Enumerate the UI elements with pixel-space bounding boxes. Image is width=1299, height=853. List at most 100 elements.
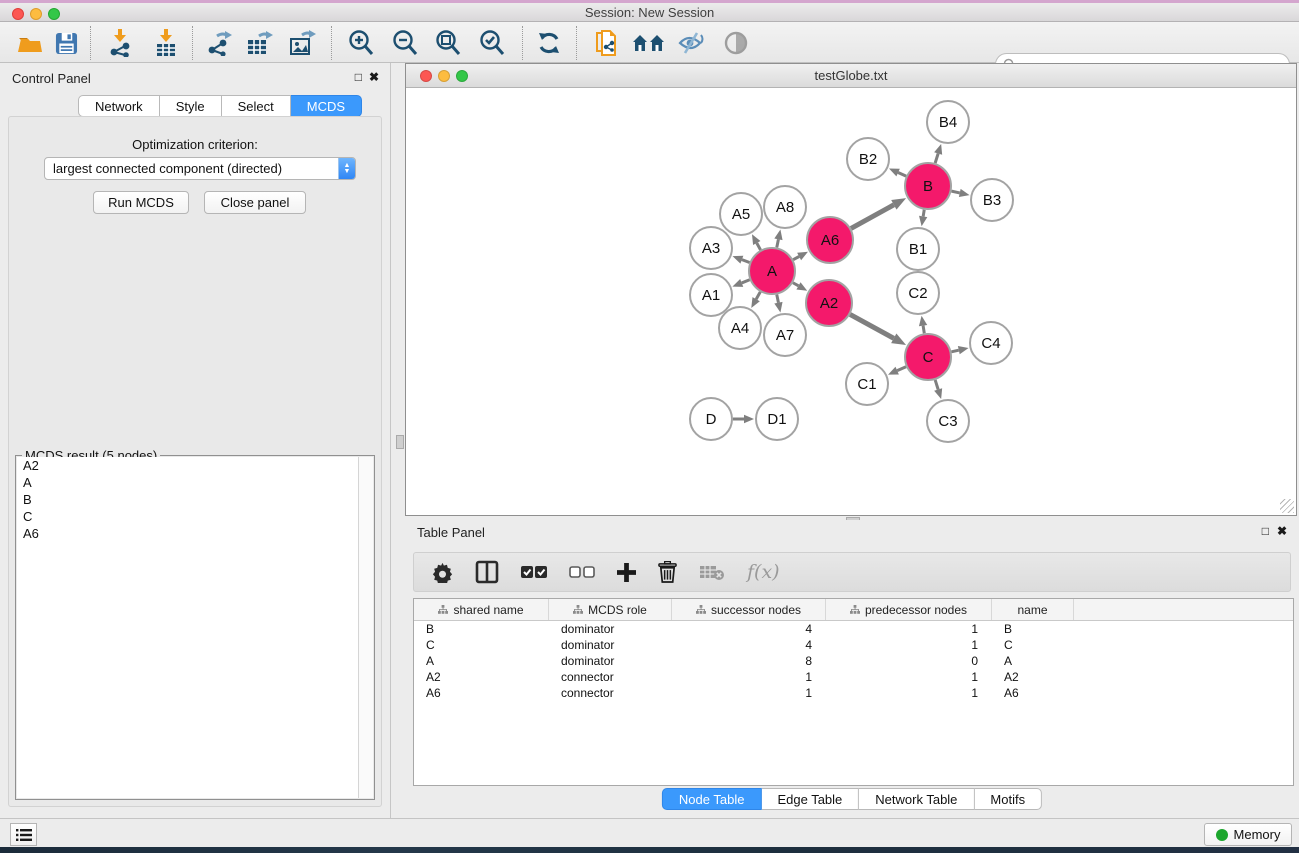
edge-A-A1[interactable]	[742, 280, 750, 283]
mcds-result-item[interactable]: C	[17, 508, 359, 525]
zoom-traffic-light[interactable]	[48, 8, 60, 20]
table-header-row[interactable]: shared nameMCDS rolesuccessor nodesprede…	[414, 599, 1293, 621]
delete-column-trash-icon[interactable]	[658, 560, 677, 584]
delete-table-icon[interactable]	[699, 560, 725, 584]
first-neighbors-icon[interactable]	[632, 29, 666, 57]
function-builder-icon[interactable]: f(x)	[747, 560, 780, 584]
zoom-in-icon[interactable]	[347, 29, 375, 57]
mcds-list-scrollbar[interactable]	[358, 457, 373, 798]
table-settings-gear-icon[interactable]	[432, 560, 453, 584]
cell-shared-name[interactable]: B	[414, 621, 549, 637]
mcds-result-item[interactable]: B	[17, 491, 359, 508]
table-row[interactable]: Cdominator41C	[414, 637, 1293, 653]
deselect-all-icon[interactable]	[569, 560, 595, 584]
net-minimize-traffic-light[interactable]	[438, 70, 450, 82]
tab-mcds[interactable]: MCDS	[291, 95, 362, 117]
export-table-icon[interactable]	[246, 29, 274, 57]
net-close-traffic-light[interactable]	[420, 70, 432, 82]
cell-shared-name[interactable]: A6	[414, 685, 549, 701]
edge-A-A5[interactable]	[757, 243, 761, 250]
float-panel-icon[interactable]: □	[355, 71, 362, 83]
table-row[interactable]: A2connector11A2	[414, 669, 1293, 685]
column-header-MCDS-role[interactable]: MCDS role	[549, 599, 672, 620]
panel-menu-button[interactable]	[10, 823, 37, 846]
mcds-result-item[interactable]: A	[17, 474, 359, 491]
edge-A-A6[interactable]	[793, 256, 799, 259]
import-network-icon[interactable]	[106, 29, 134, 57]
net-zoom-traffic-light[interactable]	[456, 70, 468, 82]
cell-successor-nodes[interactable]: 8	[672, 653, 826, 669]
cell-predecessor-nodes[interactable]: 1	[826, 669, 992, 685]
tab-node-table[interactable]: Node Table	[662, 788, 762, 810]
save-session-icon[interactable]	[52, 29, 80, 57]
cell-MCDS-role[interactable]: dominator	[549, 637, 672, 653]
edge-A-A8[interactable]	[777, 239, 779, 247]
float-table-panel-icon[interactable]: □	[1262, 525, 1269, 537]
zoom-selected-icon[interactable]	[478, 29, 506, 57]
cell-predecessor-nodes[interactable]: 0	[826, 653, 992, 669]
table-row[interactable]: Bdominator41B	[414, 621, 1293, 637]
cell-predecessor-nodes[interactable]: 1	[826, 685, 992, 701]
edge-B-B2[interactable]	[898, 173, 906, 177]
edge-C-C3[interactable]	[935, 380, 938, 390]
table-row[interactable]: A6connector11A6	[414, 685, 1293, 701]
export-image-icon[interactable]	[289, 29, 317, 57]
tab-motifs[interactable]: Motifs	[974, 788, 1042, 810]
column-header-name[interactable]: name	[992, 599, 1074, 620]
cell-predecessor-nodes[interactable]: 1	[826, 637, 992, 653]
minimize-traffic-light[interactable]	[30, 8, 42, 20]
hide-selected-icon[interactable]	[677, 29, 705, 57]
cell-MCDS-role[interactable]: connector	[549, 685, 672, 701]
close-panel-button[interactable]: Close panel	[204, 191, 306, 214]
import-table-icon[interactable]	[152, 29, 180, 57]
open-file-icon[interactable]	[16, 29, 44, 57]
cell-successor-nodes[interactable]: 1	[672, 685, 826, 701]
splitter-grip[interactable]	[396, 435, 404, 449]
tab-network[interactable]: Network	[78, 95, 160, 117]
resize-grip-icon[interactable]	[1280, 499, 1294, 513]
apply-layout-icon[interactable]	[535, 29, 563, 57]
cell-MCDS-role[interactable]: dominator	[549, 621, 672, 637]
table-body[interactable]: Bdominator41BCdominator41CAdominator80AA…	[414, 621, 1293, 701]
edge-A-A4[interactable]	[756, 292, 760, 299]
show-all-icon[interactable]	[722, 29, 750, 57]
criterion-select[interactable]: largest connected component (directed) ▲…	[44, 157, 356, 180]
cell-shared-name[interactable]: C	[414, 637, 549, 653]
edge-B-B4[interactable]	[935, 153, 938, 163]
close-traffic-light[interactable]	[12, 8, 24, 20]
cell-MCDS-role[interactable]: connector	[549, 669, 672, 685]
edge-C-C4[interactable]	[951, 350, 958, 352]
run-mcds-button[interactable]: Run MCDS	[93, 191, 189, 214]
cell-successor-nodes[interactable]: 1	[672, 669, 826, 685]
node-table[interactable]: shared nameMCDS rolesuccessor nodesprede…	[413, 598, 1294, 786]
edge-B-B1[interactable]	[923, 210, 924, 217]
column-header-shared-name[interactable]: shared name	[414, 599, 549, 620]
show-columns-icon[interactable]	[475, 560, 499, 584]
select-all-icon[interactable]	[521, 560, 547, 584]
edge-A6-B[interactable]	[851, 205, 894, 229]
edge-A2-C[interactable]	[850, 314, 894, 338]
edge-C-C1[interactable]	[897, 367, 906, 371]
table-row[interactable]: Adominator80A	[414, 653, 1293, 669]
zoom-fit-icon[interactable]	[434, 29, 462, 57]
column-header-predecessor-nodes[interactable]: predecessor nodes	[826, 599, 992, 620]
mcds-result-item[interactable]: A2	[17, 457, 359, 474]
tab-edge-table[interactable]: Edge Table	[761, 788, 859, 810]
network-graph[interactable]: B4B2BB3A5A8A6A3B1AA1C2A2A4A7C4CC1C3DD1	[406, 89, 1296, 515]
tab-select[interactable]: Select	[222, 95, 291, 117]
duplicate-network-icon[interactable]	[593, 29, 621, 57]
zoom-out-icon[interactable]	[391, 29, 419, 57]
cell-name[interactable]: B	[992, 621, 1074, 637]
export-network-icon[interactable]	[205, 29, 233, 57]
network-window-titlebar[interactable]: testGlobe.txt	[406, 64, 1296, 88]
tab-network-table[interactable]: Network Table	[859, 788, 974, 810]
cell-name[interactable]: A2	[992, 669, 1074, 685]
memory-button[interactable]: Memory	[1204, 823, 1292, 846]
cell-name[interactable]: A	[992, 653, 1074, 669]
cell-name[interactable]: C	[992, 637, 1074, 653]
network-canvas[interactable]: B4B2BB3A5A8A6A3B1AA1C2A2A4A7C4CC1C3DD1	[406, 89, 1296, 515]
cell-MCDS-role[interactable]: dominator	[549, 653, 672, 669]
cell-successor-nodes[interactable]: 4	[672, 621, 826, 637]
mcds-result-list[interactable]: A2ABCA6	[17, 457, 359, 798]
create-column-icon[interactable]	[617, 560, 636, 584]
